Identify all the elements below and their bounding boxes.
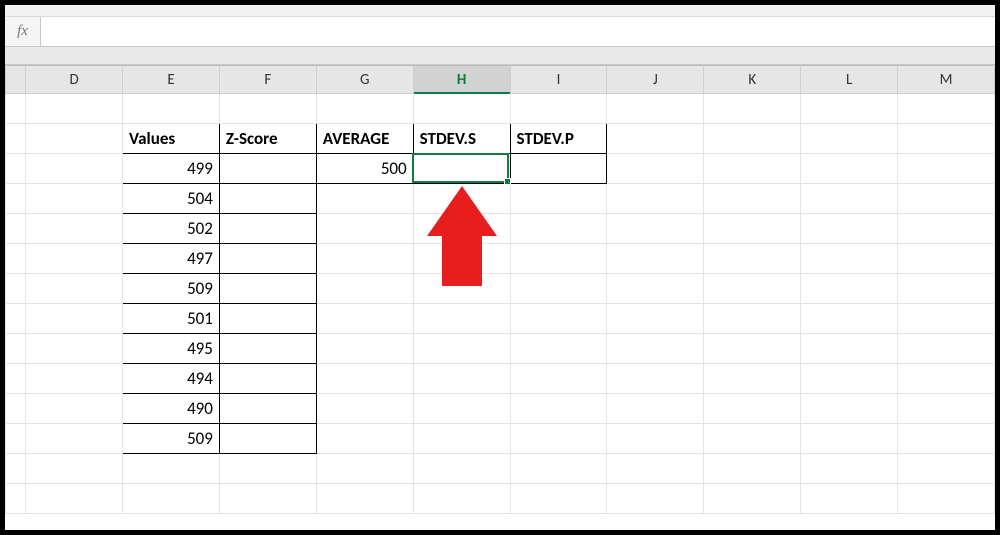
hdr-average[interactable]: AVERAGE (316, 124, 413, 154)
col-header-M[interactable]: M (898, 66, 995, 94)
cell-zscore-1[interactable] (219, 154, 316, 184)
cell-value-7[interactable]: 495 (123, 334, 220, 364)
excel-window: fx D E F G H I J K L M (0, 0, 1000, 535)
worksheet[interactable]: D E F G H I J K L M Values (5, 65, 995, 514)
cell-value-5[interactable]: 509 (123, 274, 220, 304)
ribbon-handle (5, 5, 995, 17)
row-data-6[interactable]: 501 (6, 304, 995, 334)
column-headers[interactable]: D E F G H I J K L M (6, 66, 995, 94)
col-header-L[interactable]: L (801, 66, 898, 94)
row-blank[interactable] (6, 454, 995, 484)
cell-value-3[interactable]: 502 (123, 214, 220, 244)
row-data-9[interactable]: 490 (6, 394, 995, 424)
cell-value-4[interactable]: 497 (123, 244, 220, 274)
row-data-7[interactable]: 495 (6, 334, 995, 364)
cell-value-8[interactable]: 494 (123, 364, 220, 394)
row-data-2[interactable]: 504 (6, 184, 995, 214)
row-data-1[interactable]: 499 500 (6, 154, 995, 184)
fx-icon[interactable]: fx (5, 17, 41, 46)
col-header-J[interactable]: J (607, 66, 704, 94)
col-header-D[interactable]: D (26, 66, 123, 94)
cell-value-10[interactable]: 509 (123, 424, 220, 454)
cell-stdevp[interactable] (510, 154, 607, 184)
formula-input[interactable] (41, 17, 995, 46)
row-blank[interactable] (6, 484, 995, 514)
row-data-3[interactable]: 502 (6, 214, 995, 244)
row-headers[interactable]: Values Z-Score AVERAGE STDEV.S STDEV.P (6, 124, 995, 154)
row-data-10[interactable]: 509 (6, 424, 995, 454)
row-blank-top[interactable] (6, 94, 995, 124)
cell-value-1[interactable]: 499 (123, 154, 220, 184)
col-header-K[interactable]: K (704, 66, 801, 94)
cell-value-9[interactable]: 490 (123, 394, 220, 424)
hdr-values[interactable]: Values (123, 124, 220, 154)
bar-spacer (5, 47, 995, 65)
row-data-8[interactable]: 494 (6, 364, 995, 394)
formula-bar: fx (5, 17, 995, 47)
row-data-5[interactable]: 509 (6, 274, 995, 304)
hdr-stdevp[interactable]: STDEV.P (510, 124, 607, 154)
cell-value-6[interactable]: 501 (123, 304, 220, 334)
corner-stub (6, 66, 26, 94)
cell-stdevs[interactable] (413, 154, 510, 184)
col-header-G[interactable]: G (316, 66, 413, 94)
col-header-I[interactable]: I (510, 66, 607, 94)
hdr-zscore[interactable]: Z-Score (219, 124, 316, 154)
grid[interactable]: D E F G H I J K L M Values (5, 65, 995, 514)
col-header-F[interactable]: F (219, 66, 316, 94)
cell-value-2[interactable]: 504 (123, 184, 220, 214)
hdr-stdevs[interactable]: STDEV.S (413, 124, 510, 154)
col-header-E[interactable]: E (123, 66, 220, 94)
row-data-4[interactable]: 497 (6, 244, 995, 274)
col-header-H[interactable]: H (413, 66, 510, 94)
cell-average[interactable]: 500 (316, 154, 413, 184)
